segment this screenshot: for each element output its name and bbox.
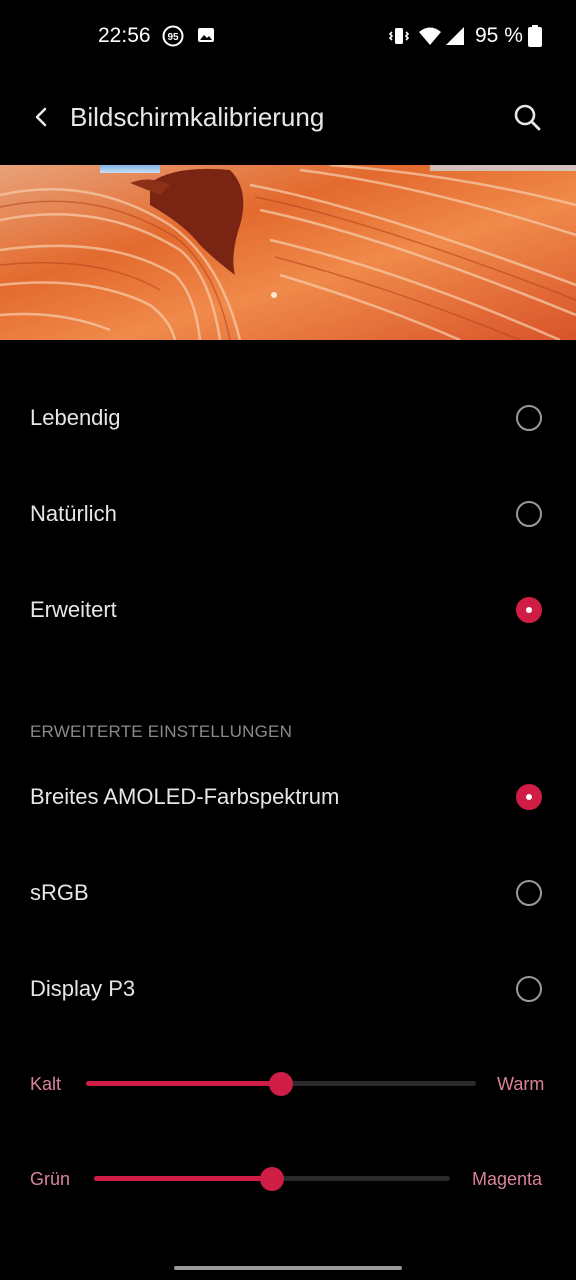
option-label: Erweitert bbox=[30, 597, 117, 622]
image-icon bbox=[196, 25, 218, 47]
calibration-preview-image bbox=[0, 165, 576, 340]
home-indicator[interactable] bbox=[174, 1266, 402, 1270]
search-icon bbox=[514, 104, 541, 131]
option-label: Natürlich bbox=[30, 501, 117, 526]
radio-button[interactable] bbox=[516, 976, 542, 1002]
search-button[interactable] bbox=[508, 98, 546, 136]
vibrate-icon bbox=[388, 25, 410, 47]
status-bar: 22:56 95 95 % bbox=[0, 0, 576, 72]
slider-fill bbox=[86, 1081, 281, 1086]
section-header: ERWEITERTE EINSTELLUNGEN bbox=[30, 722, 293, 741]
option-label: Lebendig bbox=[30, 405, 121, 430]
radio-button[interactable] bbox=[516, 501, 542, 527]
battery-icon bbox=[528, 25, 550, 47]
slider-thumb[interactable] bbox=[269, 1072, 293, 1096]
slider-max-label-magenta: Magenta bbox=[472, 1169, 543, 1189]
slider-max-label-warm: Warm bbox=[497, 1074, 545, 1094]
advanced-option-wide-amoled[interactable]: Breites AMOLED-Farbspektrum bbox=[0, 762, 576, 832]
mode-option-lebendig[interactable]: Lebendig bbox=[0, 383, 576, 453]
signal-icon bbox=[444, 25, 466, 47]
radio-button-selected[interactable] bbox=[516, 597, 542, 623]
option-label: Display P3 bbox=[30, 976, 136, 1001]
slider-min-label-gruen: Grün bbox=[30, 1169, 71, 1189]
tint-slider[interactable] bbox=[94, 1167, 450, 1191]
badge-95-text: 95 bbox=[167, 32, 179, 43]
mode-option-erweitert[interactable]: Erweitert bbox=[0, 575, 576, 645]
slider-fill bbox=[94, 1176, 272, 1181]
page-title: Bildschirmkalibrierung bbox=[70, 102, 325, 132]
radio-button[interactable] bbox=[516, 880, 542, 906]
option-label: Breites AMOLED-Farbspektrum bbox=[30, 784, 340, 809]
badge-95-icon: 95 bbox=[162, 25, 184, 47]
radio-button-selected[interactable] bbox=[516, 784, 542, 810]
advanced-option-srgb[interactable]: sRGB bbox=[0, 858, 576, 928]
back-arrow-icon bbox=[35, 107, 47, 127]
slider-min-label-kalt: Kalt bbox=[30, 1074, 62, 1094]
slider-thumb[interactable] bbox=[260, 1167, 284, 1191]
advanced-option-display-p3[interactable]: Display P3 bbox=[0, 954, 576, 1024]
wifi-icon bbox=[418, 25, 441, 47]
radio-button[interactable] bbox=[516, 405, 542, 431]
option-label: sRGB bbox=[30, 880, 89, 905]
mode-option-natuerlich[interactable]: Natürlich bbox=[0, 479, 576, 549]
battery-percentage: 95 % bbox=[475, 24, 523, 47]
temperature-slider[interactable] bbox=[86, 1072, 476, 1096]
status-clock: 22:56 bbox=[98, 24, 151, 47]
back-button[interactable] bbox=[24, 100, 58, 134]
